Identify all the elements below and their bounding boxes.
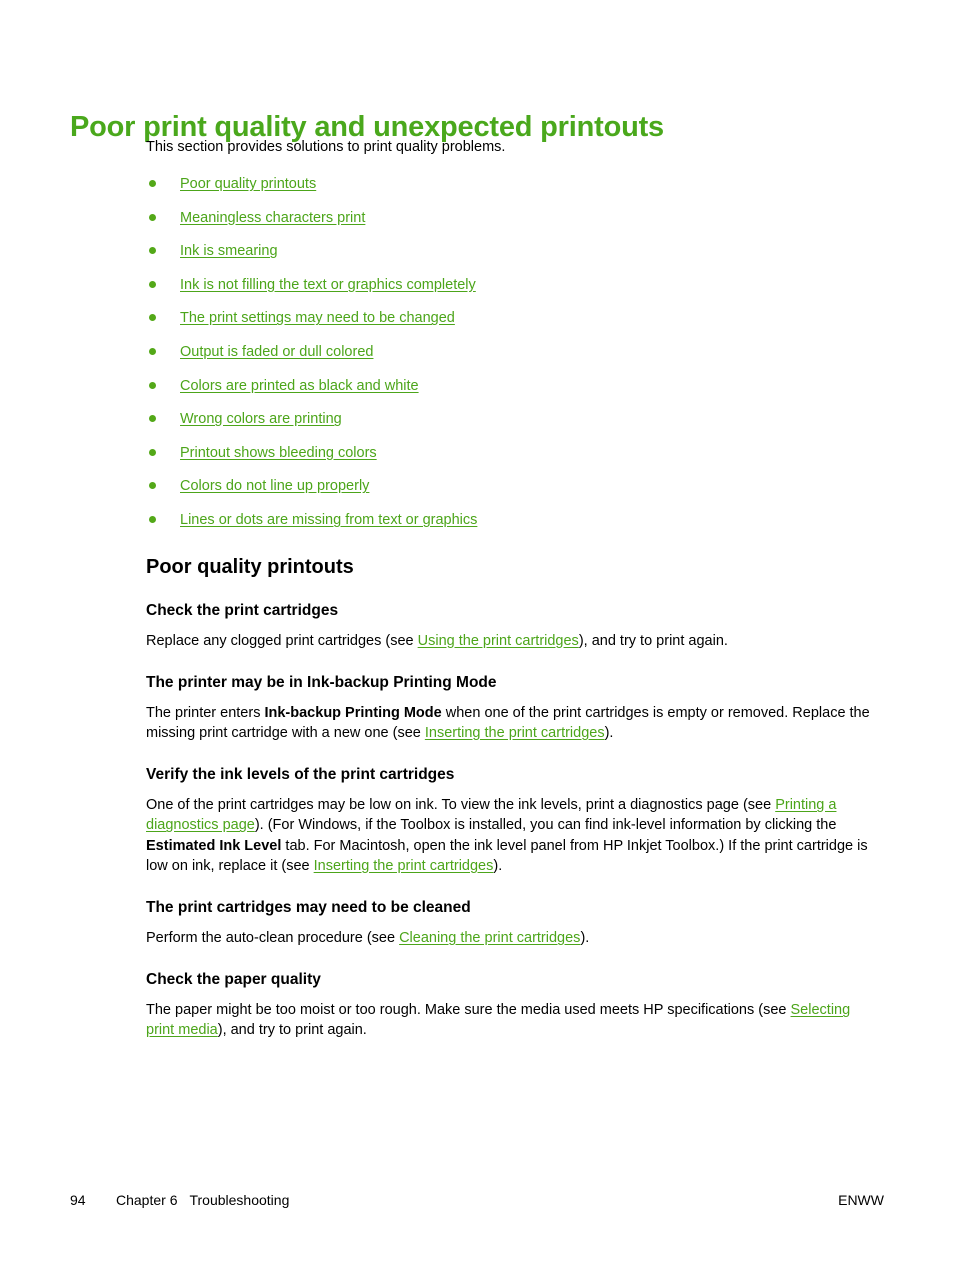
- bullet-icon: [149, 415, 156, 423]
- section-link[interactable]: Lines or dots are missing from text or g…: [180, 512, 477, 528]
- bullet-icon: [149, 280, 156, 288]
- footer-chapter: Chapter 6: [116, 1192, 178, 1208]
- paragraph-text: ).: [493, 857, 503, 874]
- emphasized-term: Ink-backup Printing Mode: [264, 704, 442, 721]
- list-item[interactable]: Colors are printed as black and white: [146, 369, 870, 403]
- footer-left: 94 Chapter 6 Troubleshooting: [70, 1192, 289, 1208]
- bullet-icon: [149, 381, 156, 389]
- cross-reference-link[interactable]: Inserting the print cartridges: [314, 858, 494, 874]
- cross-reference-link[interactable]: Using the print cartridges: [418, 633, 579, 649]
- paragraph-text: ).: [604, 724, 614, 741]
- bullet-icon: [149, 515, 156, 523]
- emphasized-term: Estimated Ink Level: [146, 837, 282, 854]
- bullet-icon: [149, 213, 156, 221]
- section-link[interactable]: Meaningless characters print: [180, 210, 365, 226]
- list-item[interactable]: Wrong colors are printing: [146, 402, 870, 436]
- list-item[interactable]: Ink is not filling the text or graphics …: [146, 268, 870, 302]
- bullet-icon: [149, 448, 156, 456]
- subsection-heading: Verify the ink levels of the print cartr…: [146, 766, 455, 784]
- section-link[interactable]: Colors are printed as black and white: [180, 378, 419, 394]
- paragraph-text: ).: [580, 929, 590, 946]
- list-item[interactable]: Ink is smearing: [146, 234, 870, 268]
- page-footer: 94 Chapter 6 Troubleshooting ENWW: [70, 1192, 884, 1212]
- subsection-paragraph: The printer enters Ink-backup Printing M…: [146, 703, 870, 743]
- page-content: This section provides solutions to print…: [146, 138, 870, 1041]
- list-item[interactable]: The print settings may need to be change…: [146, 301, 870, 335]
- section-link[interactable]: The print settings may need to be change…: [180, 310, 455, 326]
- paragraph-text: ), and try to print again.: [578, 632, 728, 649]
- section-link[interactable]: Ink is smearing: [180, 243, 278, 259]
- list-item[interactable]: Output is faded or dull colored: [146, 335, 870, 369]
- bullet-icon: [149, 482, 156, 490]
- footer-chapter-title: Troubleshooting: [189, 1192, 290, 1208]
- cross-reference-link[interactable]: Cleaning the print cartridges: [399, 930, 580, 946]
- section-heading: Poor quality printouts: [146, 555, 354, 578]
- subsection-paragraph: One of the print cartridges may be low o…: [146, 795, 870, 876]
- subsection-paragraph: Perform the auto-clean procedure (see Cl…: [146, 928, 870, 948]
- section-link-list: Poor quality printouts Meaningless charac…: [146, 167, 870, 537]
- section-link[interactable]: Colors do not line up properly: [180, 478, 369, 494]
- paragraph-text: The paper might be too moist or too roug…: [146, 1002, 791, 1019]
- subsection-heading: Check the paper quality: [146, 971, 321, 989]
- section-link[interactable]: Output is faded or dull colored: [180, 344, 373, 360]
- subsection-heading: The print cartridges may need to be clea…: [146, 898, 471, 916]
- list-item[interactable]: Meaningless characters print: [146, 201, 870, 235]
- bullet-icon: [149, 180, 156, 187]
- paragraph-text: ), and try to print again.: [217, 1022, 367, 1039]
- manual-page: Poor print quality and unexpected printo…: [0, 0, 954, 1270]
- list-item[interactable]: Colors do not line up properly: [146, 469, 870, 503]
- bullet-icon: [149, 347, 156, 355]
- subsection-container: Check the print cartridges Replace any cl…: [146, 601, 870, 1041]
- list-item[interactable]: Printout shows bleeding colors: [146, 436, 870, 470]
- paragraph-text: ). (For Windows, if the Toolbox is insta…: [254, 817, 837, 834]
- section-link[interactable]: Printout shows bleeding colors: [180, 445, 377, 461]
- paragraph-text: The printer enters: [146, 704, 265, 721]
- subsection-paragraph: The paper might be too moist or too roug…: [146, 1000, 870, 1040]
- footer-page-number: 94: [70, 1192, 86, 1208]
- bullet-icon: [149, 247, 156, 255]
- paragraph-text: One of the print cartridges may be low o…: [146, 797, 776, 814]
- section-link[interactable]: Wrong colors are printing: [180, 411, 342, 427]
- section-link[interactable]: Ink is not filling the text or graphics …: [180, 277, 476, 293]
- section-link[interactable]: Poor quality printouts: [180, 176, 316, 192]
- footer-locale: ENWW: [838, 1192, 884, 1208]
- paragraph-text: Perform the auto-clean procedure (see: [146, 929, 400, 946]
- subsection-heading: The printer may be in Ink-backup Printin…: [146, 673, 497, 691]
- subsection-paragraph: Replace any clogged print cartridges (se…: [146, 631, 870, 651]
- cross-reference-link[interactable]: Inserting the print cartridges: [425, 725, 605, 741]
- paragraph-text: Replace any clogged print cartridges (se…: [146, 632, 418, 649]
- subsection-heading: Check the print cartridges: [146, 601, 339, 619]
- list-item[interactable]: Poor quality printouts: [146, 167, 870, 201]
- intro-paragraph: This section provides solutions to print…: [146, 139, 506, 155]
- list-item[interactable]: Lines or dots are missing from text or g…: [146, 503, 870, 537]
- bullet-icon: [149, 314, 156, 322]
